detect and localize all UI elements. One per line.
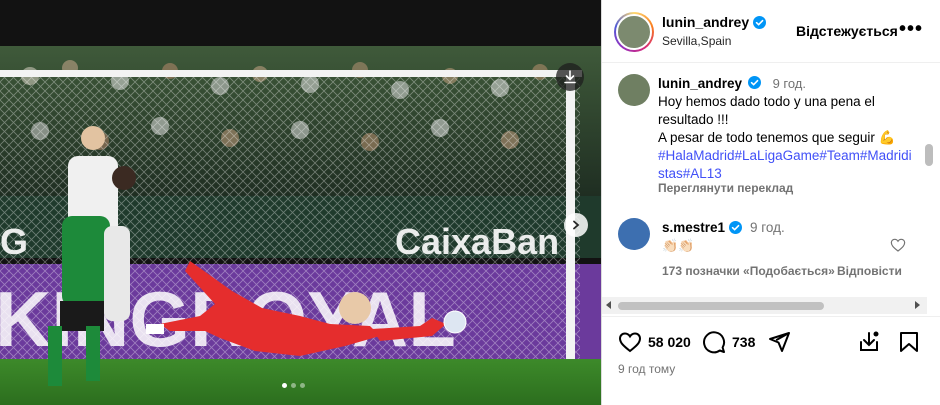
commenter-avatar[interactable] [618,218,650,250]
comment-reply-button[interactable]: Відповісти [837,264,902,278]
caption-time[interactable]: 9 год. [773,76,806,91]
carousel-next-button[interactable] [564,213,588,237]
photo-illustration: CaixaBan G KINGROYAL [0,46,601,405]
carousel-dot [300,383,305,388]
more-options-button[interactable]: ••• [899,19,923,39]
like-action[interactable]: 58 020 [618,330,691,354]
media-top-bar [0,0,601,46]
author-avatar[interactable] [614,12,654,52]
vertical-scrollbar-thumb[interactable] [925,144,933,166]
post-media-panel: CaixaBan G KINGROYAL [0,0,601,405]
bookmark-icon[interactable] [897,330,921,354]
comment-bubble-icon[interactable] [702,330,726,354]
horizontal-scrollbar[interactable] [602,297,927,314]
chevron-right-icon [573,220,580,230]
comment-like-heart-icon[interactable] [890,237,906,253]
comment-action[interactable]: 738 [702,330,755,354]
caption-avatar[interactable] [618,74,650,106]
save-action[interactable] [897,330,921,354]
post-caption: lunin_andrey 9 год. Hoy hemos dado todo … [658,75,918,183]
download-icon [564,70,576,84]
comment-header: s.mestre1 9 год. [662,220,785,235]
caption-line: A pesar de todo tenemos que seguir 💪 [658,130,896,145]
post-time-ago[interactable]: 9 год тому [618,362,675,376]
carousel-dot [291,383,296,388]
scroll-right-arrow-icon[interactable] [915,301,920,309]
commenter-username[interactable]: s.mestre1 [662,220,725,235]
verified-badge-icon [753,15,767,29]
post-side-panel: lunin_andrey Sevilla,Spain Відстежується… [601,0,940,405]
carousel-indicator [282,383,305,388]
download-button[interactable] [556,63,584,91]
caption-hashtags[interactable]: #HalaMadrid#LaLigaGame#Team#Madridistas#… [658,147,918,183]
likes-count[interactable]: 58 020 [648,334,691,350]
share-action[interactable] [767,330,791,354]
scroll-left-arrow-icon[interactable] [606,301,611,309]
carousel-dot [282,383,287,388]
send-icon[interactable] [767,330,791,354]
comments-section: lunin_andrey 9 год. Hoy hemos dado todo … [602,64,940,316]
caption-username[interactable]: lunin_andrey [658,76,742,91]
see-translation-link[interactable]: Переглянути переклад [658,181,793,195]
post-location[interactable]: Sevilla,Spain [662,34,731,48]
post-actions: 58 020 738 9 год тому [602,316,940,405]
comment-text: 👏🏻👏🏻 [662,238,695,253]
save-to-collection-action[interactable] [857,330,881,354]
add-to-collection-icon[interactable] [857,330,881,354]
author-username-row: lunin_andrey [662,14,767,30]
comment-likes[interactable]: 173 позначки «Подобається» [662,264,835,278]
post-header: lunin_andrey Sevilla,Spain Відстежується… [602,0,940,63]
post-photo[interactable]: CaixaBan G KINGROYAL [0,46,601,405]
comment-time[interactable]: 9 год. [750,220,785,235]
comments-count[interactable]: 738 [732,334,755,350]
verified-badge-icon [747,76,761,89]
heart-icon[interactable] [618,330,642,354]
author-username[interactable]: lunin_andrey [662,14,749,30]
following-button[interactable]: Відстежується [796,23,898,39]
caption-line: Hoy hemos dado todo y una pena el result… [658,94,875,127]
verified-badge-icon [729,221,743,234]
horizontal-scrollbar-thumb[interactable] [618,302,824,310]
